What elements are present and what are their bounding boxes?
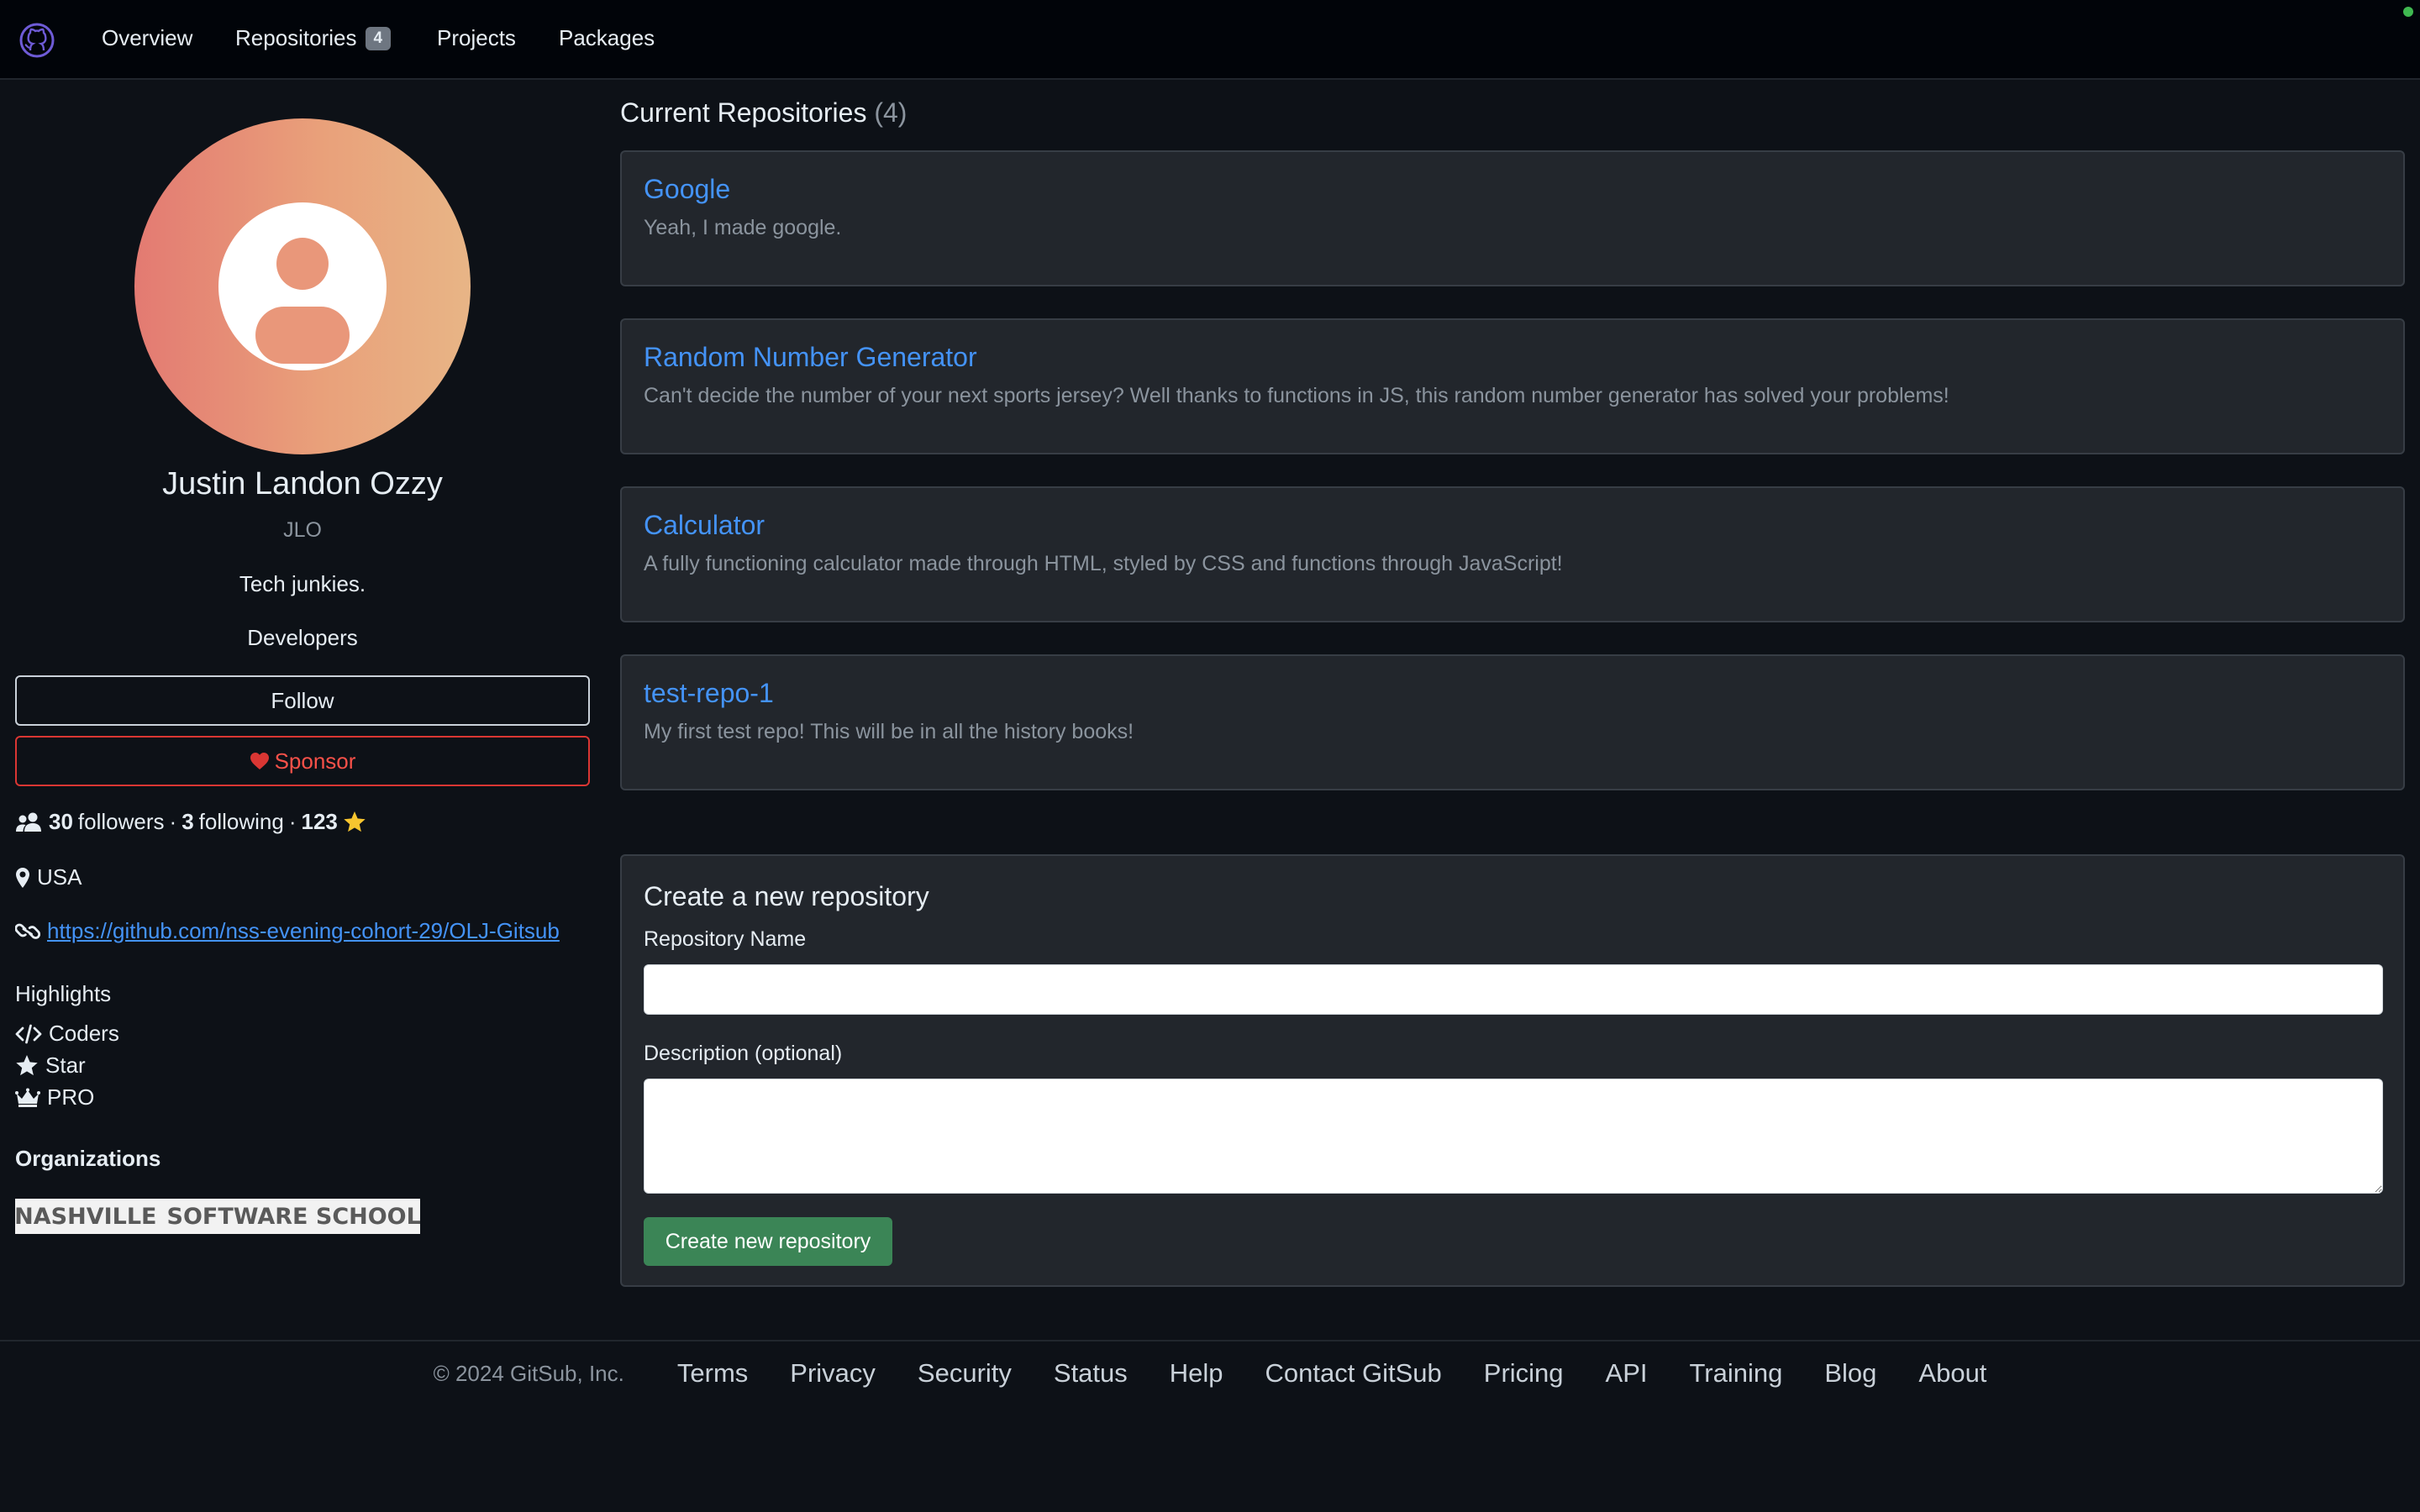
repo-description: A fully functioning calculator made thro… (644, 552, 1563, 575)
repositories-heading-count: (4) (874, 97, 908, 128)
people-icon (16, 812, 41, 832)
follow-button[interactable]: Follow (15, 675, 590, 726)
nav-overview-label: Overview (102, 25, 193, 50)
stats-separator: · (169, 809, 177, 834)
status-dot (2403, 7, 2413, 17)
footer-divider (0, 1340, 2420, 1341)
nav-packages[interactable]: Packages (559, 25, 655, 51)
nav-projects[interactable]: Projects (437, 25, 516, 51)
repo-title-link[interactable]: Random Number Generator (644, 342, 977, 373)
followers-label[interactable]: followers (78, 809, 165, 835)
repo-title-link[interactable]: Google (644, 174, 730, 205)
star-icon (16, 1055, 38, 1076)
highlight-label: PRO (47, 1084, 95, 1110)
map-pin-icon (16, 867, 29, 888)
footer-link-terms[interactable]: Terms (677, 1358, 748, 1389)
footer-link-contact[interactable]: Contact GitSub (1265, 1358, 1442, 1389)
repository-name-input[interactable] (644, 964, 2383, 1015)
repo-card[interactable]: Random Number Generator Can't decide the… (620, 318, 2405, 454)
footer-link-security[interactable]: Security (918, 1358, 1012, 1389)
footer-copyright: © 2024 GitSub, Inc. (433, 1360, 624, 1386)
highlight-label: Star (45, 1053, 86, 1078)
description-textarea[interactable] (644, 1079, 2383, 1194)
website-link[interactable]: https://github.com/nss-evening-cohort-29… (47, 918, 560, 944)
github-logo-icon[interactable] (18, 22, 55, 59)
followers-count: 30 (49, 809, 73, 834)
follow-stats: 30 followers · 3 following · 123 (15, 809, 366, 835)
footer-link-training[interactable]: Training (1690, 1358, 1783, 1389)
star-filled-icon (344, 811, 366, 832)
repo-description: My first test repo! This will be in all … (644, 720, 1134, 743)
repo-title-link[interactable]: test-repo-1 (644, 678, 774, 709)
footer-link-api[interactable]: API (1606, 1358, 1648, 1389)
following-label[interactable]: following (199, 809, 284, 835)
nav-packages-label: Packages (559, 25, 655, 50)
footer-link-blog[interactable]: Blog (1824, 1358, 1876, 1389)
follow-button-label: Follow (271, 687, 334, 713)
heart-icon (250, 753, 269, 769)
user-placeholder-icon (218, 202, 387, 370)
top-nav: Overview Repositories 4 Projects Package… (0, 0, 2420, 80)
link-icon (15, 923, 40, 939)
repositories-count-badge: 4 (365, 26, 392, 50)
website-row: https://github.com/nss-evening-cohort-29… (15, 918, 560, 944)
highlight-item-pro: PRO (15, 1084, 94, 1110)
repo-description: Yeah, I made google. (644, 216, 842, 239)
location-text: USA (37, 864, 82, 890)
org-logo-text-left: NASHVILLE (15, 1203, 157, 1230)
repo-card[interactable]: test-repo-1 My first test repo! This wil… (620, 654, 2405, 790)
create-repository-button[interactable]: Create new repository (644, 1217, 892, 1266)
highlight-label: Coders (49, 1021, 119, 1046)
nav-repositories-label: Repositories (235, 25, 357, 50)
create-repository-button-label: Create new repository (665, 1229, 871, 1253)
following-count: 3 (182, 809, 194, 834)
nav-repositories[interactable]: Repositories 4 (235, 25, 392, 51)
footer-link-pricing[interactable]: Pricing (1484, 1358, 1564, 1389)
repository-name-label: Repository Name (644, 927, 807, 951)
stats-separator: · (288, 809, 297, 834)
nav-overview[interactable]: Overview (102, 25, 192, 51)
repositories-heading: Current Repositories (4) (620, 97, 907, 129)
footer-link-about[interactable]: About (1918, 1358, 1986, 1389)
repo-card[interactable]: Google Yeah, I made google. (620, 150, 2405, 286)
org-logo-text-right: SOFTWARE SCHOOL (166, 1203, 420, 1230)
sponsor-button[interactable]: Sponsor (15, 736, 590, 786)
profile-role: Developers (247, 625, 358, 650)
description-label: Description (optional) (644, 1042, 843, 1065)
crown-icon (15, 1088, 40, 1107)
nashville-software-school-logo[interactable]: NASHVILLE SOFTWARE SCHOOL (15, 1199, 420, 1234)
repo-description: Can't decide the number of your next spo… (644, 384, 1949, 407)
profile-name: Justin Landon Ozzy (162, 466, 443, 501)
stars-count: 123 (301, 809, 338, 834)
footer-link-privacy[interactable]: Privacy (790, 1358, 876, 1389)
repositories-heading-label: Current Repositories (620, 97, 867, 128)
footer-link-help[interactable]: Help (1170, 1358, 1223, 1389)
organizations-title: Organizations (15, 1146, 161, 1171)
repo-title-link[interactable]: Calculator (644, 510, 765, 541)
highlight-item-coders: Coders (15, 1021, 119, 1047)
footer-link-status[interactable]: Status (1054, 1358, 1128, 1389)
nav-projects-label: Projects (437, 25, 516, 50)
create-repository-title: Create a new repository (644, 881, 929, 911)
location-row: USA (15, 864, 82, 890)
create-repository-form: Create a new repository Repository Name … (620, 854, 2405, 1287)
highlights-title: Highlights (15, 981, 112, 1006)
code-icon (15, 1024, 42, 1043)
avatar (134, 118, 471, 454)
profile-tagline: Tech junkies. (239, 571, 366, 596)
highlight-item-star: Star (15, 1053, 86, 1079)
profile-handle: JLO (283, 518, 322, 542)
sponsor-button-label: Sponsor (274, 748, 356, 774)
repo-card[interactable]: Calculator A fully functioning calculato… (620, 486, 2405, 622)
footer: © 2024 GitSub, Inc. Terms Privacy Securi… (0, 1357, 2420, 1390)
